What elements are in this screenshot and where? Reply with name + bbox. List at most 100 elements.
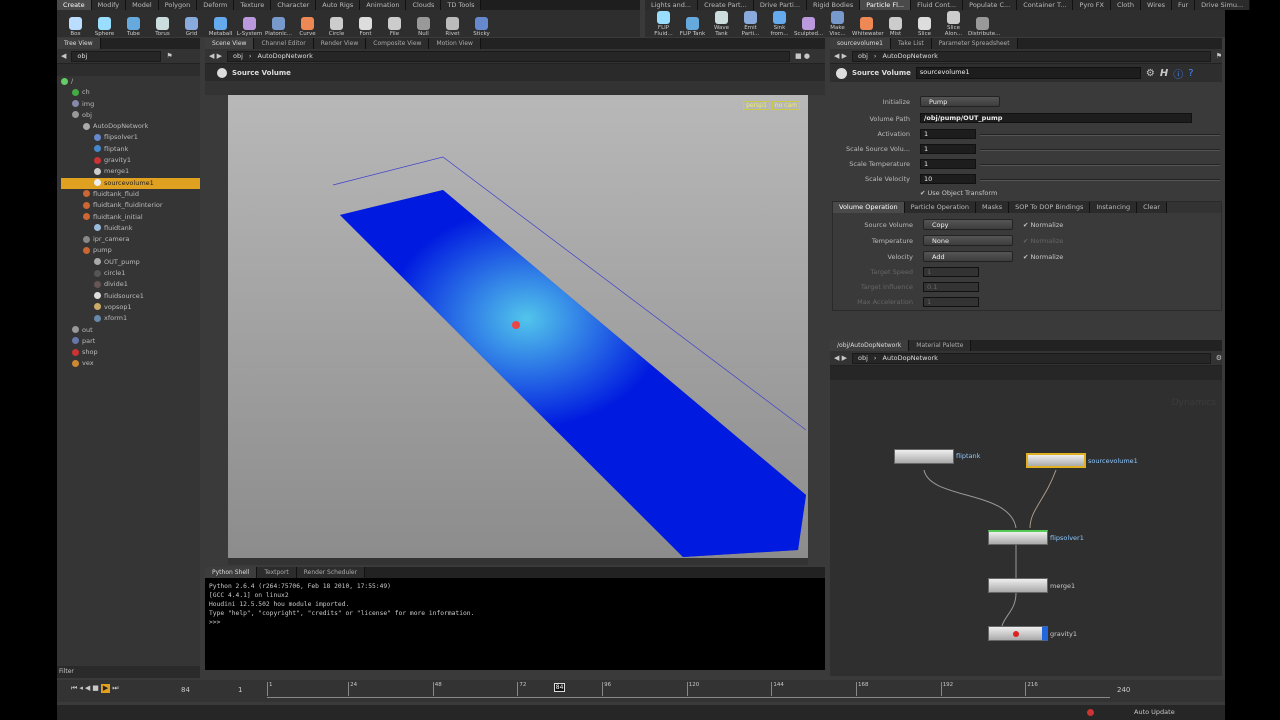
- tab-tree-view[interactable]: Tree View: [57, 38, 101, 49]
- tab-td-tools[interactable]: TD Tools: [441, 0, 482, 10]
- houdini-help-icon[interactable]: H: [1160, 68, 1168, 79]
- normalize-temperature-checkbox[interactable]: ✔ Normalize: [1023, 237, 1063, 245]
- viewport-right-toolbar[interactable]: [808, 95, 825, 565]
- camera-icon[interactable]: ■ ●: [795, 52, 825, 60]
- pin-icon[interactable]: ⚑: [166, 52, 172, 60]
- source-volume-menu[interactable]: Copy: [923, 219, 1013, 230]
- tree-item[interactable]: divide1: [61, 279, 200, 290]
- shelf-tool-null[interactable]: Null: [409, 17, 438, 37]
- tab-deform[interactable]: Deform: [197, 0, 235, 10]
- node-sourcevolume1[interactable]: [1026, 453, 1086, 468]
- node-gravity1[interactable]: [988, 626, 1048, 641]
- tab-instancing[interactable]: Instancing: [1090, 202, 1138, 213]
- tree-item[interactable]: ch: [61, 87, 200, 98]
- tab-sop-to-dop-bindings[interactable]: SOP To DOP Bindings: [1009, 202, 1091, 213]
- shelf-tool-box[interactable]: Box: [61, 17, 90, 37]
- shelf-tool-sculpted-[interactable]: Sculpted...: [794, 17, 823, 37]
- shelf-tool-file[interactable]: File: [380, 17, 409, 37]
- tab-lights-and-[interactable]: Lights and...: [645, 0, 699, 10]
- scale-temperature-slider[interactable]: [980, 164, 1220, 166]
- shelf-tool-slice-alon-[interactable]: Slice Alon...: [939, 11, 968, 37]
- tree-item[interactable]: fluidtank: [61, 223, 200, 234]
- tab-modify[interactable]: Modify: [91, 0, 127, 10]
- scale-velocity-slider[interactable]: [980, 179, 1220, 181]
- normalize-source-checkbox[interactable]: ✔ Normalize: [1023, 221, 1063, 229]
- tab-container-t-[interactable]: Container T...: [1017, 0, 1074, 10]
- shelf-tool-circle[interactable]: Circle: [322, 17, 351, 37]
- shelf-tool-flip-fluid-[interactable]: FLIP Fluid...: [649, 11, 678, 37]
- shelf-tool-rivet[interactable]: Rivet: [438, 17, 467, 37]
- target-speed-field[interactable]: 1: [923, 267, 979, 277]
- tab-volume-operation[interactable]: Volume Operation: [833, 202, 905, 213]
- tree-item[interactable]: obj: [61, 110, 200, 121]
- play-reverse-button[interactable]: ◀: [85, 684, 90, 693]
- camera-menu[interactable]: persp1: [743, 101, 770, 110]
- tree-item[interactable]: AutoDopNetwork: [61, 121, 200, 132]
- shelf-tool-sphere[interactable]: Sphere: [90, 17, 119, 37]
- max-acceleration-field[interactable]: 1: [923, 297, 979, 307]
- tab-drive-parti-[interactable]: Drive Parti...: [753, 0, 808, 10]
- tree-item[interactable]: pump: [61, 245, 200, 256]
- tab-textport[interactable]: Textport: [257, 567, 297, 578]
- tab-animation[interactable]: Animation: [360, 0, 407, 10]
- shelf-tool-curve[interactable]: Curve: [293, 17, 322, 37]
- frame-field[interactable]: 84: [181, 686, 190, 694]
- normalize-velocity-checkbox[interactable]: ✔ Normalize: [1023, 253, 1063, 261]
- auto-update-menu[interactable]: Auto Update: [1134, 708, 1175, 716]
- activation-field[interactable]: 1: [920, 129, 976, 139]
- tree-item[interactable]: vopsop1: [61, 302, 200, 313]
- viewport-3d[interactable]: persp1 no cam: [228, 95, 808, 558]
- tab-motion-view[interactable]: Motion View: [429, 38, 481, 49]
- tab-rigid-bodies[interactable]: Rigid Bodies: [807, 0, 861, 10]
- temperature-menu[interactable]: None: [923, 235, 1013, 246]
- tab-create[interactable]: Create: [57, 0, 92, 10]
- jump-start-button[interactable]: ⏮: [71, 684, 77, 693]
- tab-channel-editor[interactable]: Channel Editor: [254, 38, 314, 49]
- filter-field[interactable]: Filter: [57, 666, 200, 678]
- scale-source-field[interactable]: 1: [920, 144, 976, 154]
- tab-take-list[interactable]: Take List: [890, 38, 932, 49]
- tree-item[interactable]: img: [61, 99, 200, 110]
- tree-item[interactable]: circle1: [61, 268, 200, 279]
- tab-populate-c-[interactable]: Populate C...: [963, 0, 1018, 10]
- tab-render-scheduler[interactable]: Render Scheduler: [296, 567, 366, 578]
- step-back-button[interactable]: ◂: [79, 684, 83, 693]
- tab-clear[interactable]: Clear: [1137, 202, 1168, 213]
- shelf-tool-platonic-[interactable]: Platonic...: [264, 17, 293, 37]
- shelf-tool-emit-parti-[interactable]: Emit Parti...: [736, 11, 765, 37]
- tab-fur[interactable]: Fur: [1171, 0, 1196, 10]
- shelf-tool-slice[interactable]: Slice: [910, 17, 939, 37]
- node-name-field[interactable]: sourcevolume1: [915, 67, 1141, 79]
- tab-masks[interactable]: Masks: [976, 202, 1010, 213]
- tree-item[interactable]: gravity1: [61, 155, 200, 166]
- path-field[interactable]: obj › AutoDopNetwork: [852, 50, 1211, 62]
- scale-source-slider[interactable]: [980, 149, 1220, 151]
- tree-item[interactable]: ipr_camera: [61, 234, 200, 245]
- shelf-tool-font[interactable]: Font: [351, 17, 380, 37]
- tab-texture[interactable]: Texture: [234, 0, 272, 10]
- tree-item[interactable]: fliptank: [61, 144, 200, 155]
- shelf-tool-flip-tank[interactable]: FLIP Tank: [678, 17, 707, 37]
- help-icon[interactable]: ?: [1188, 68, 1193, 79]
- tree-item[interactable]: fluidtank_fluid: [61, 189, 200, 200]
- tree-item[interactable]: out: [61, 325, 200, 336]
- tab-polygon[interactable]: Polygon: [158, 0, 198, 10]
- path-field[interactable]: obj: [71, 50, 162, 62]
- tree-item[interactable]: sourcevolume1: [61, 177, 200, 189]
- record-icon[interactable]: [1087, 709, 1094, 716]
- node-fliptank[interactable]: [894, 449, 954, 464]
- stop-button[interactable]: ■: [92, 684, 99, 693]
- initialize-menu[interactable]: Pump: [920, 96, 1000, 107]
- shelf-tool-make-visc-[interactable]: Make Visc...: [823, 11, 852, 37]
- tab-auto-rigs[interactable]: Auto Rigs: [316, 0, 361, 10]
- tree-item[interactable]: OUT_pump: [61, 257, 200, 268]
- shelf-tool-distribute-[interactable]: Distribute...: [968, 17, 1000, 37]
- shelf-tool-grid[interactable]: Grid: [177, 17, 206, 37]
- shelf-tool-torus[interactable]: Torus: [148, 17, 177, 37]
- shelf-tool-sink-from-[interactable]: Sink from...: [765, 11, 794, 37]
- tree-item[interactable]: /: [61, 76, 200, 87]
- scale-temperature-field[interactable]: 1: [920, 159, 976, 169]
- back-icon[interactable]: ◀ ▶: [834, 52, 847, 60]
- tab-scene-view[interactable]: Scene View: [205, 38, 255, 49]
- tab-python-shell[interactable]: Python Shell: [205, 567, 258, 578]
